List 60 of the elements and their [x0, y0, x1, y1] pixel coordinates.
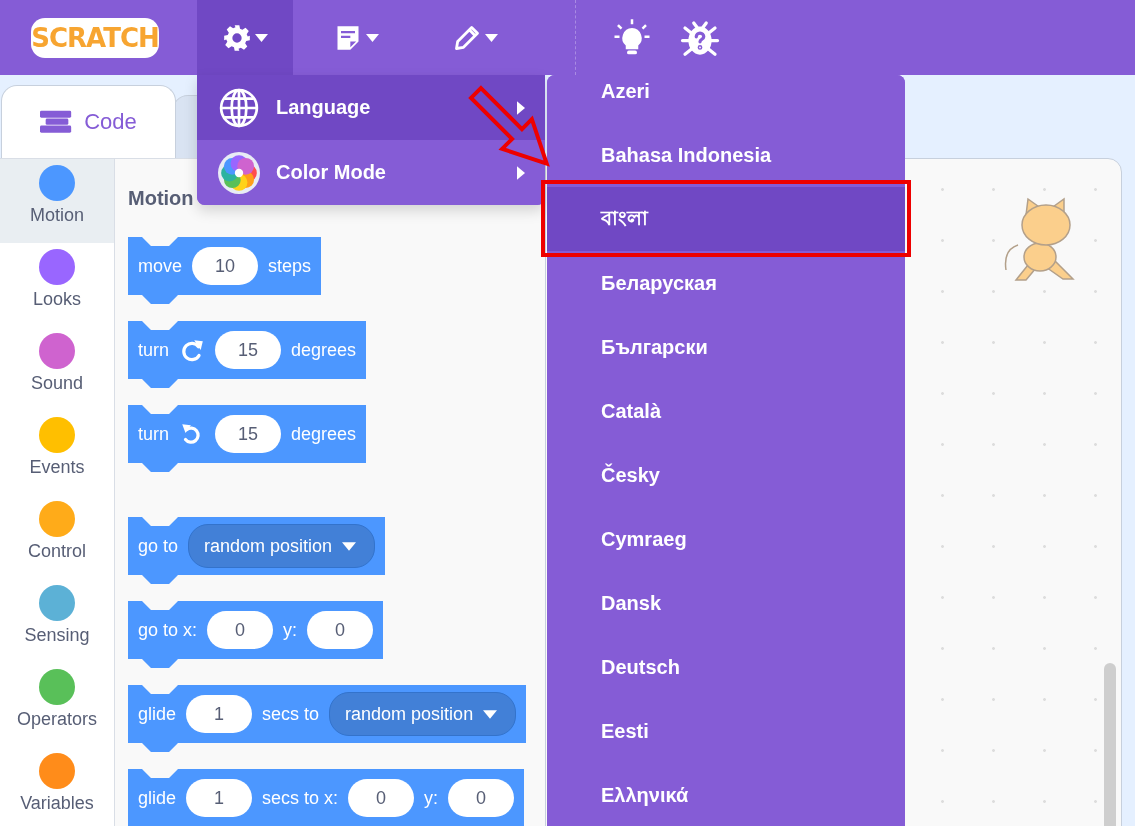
category-label: Looks	[32, 289, 81, 310]
color-wheel-icon	[218, 151, 260, 194]
category-label: Events	[29, 457, 85, 478]
block-label: go to	[138, 535, 179, 557]
caret-icon	[483, 709, 498, 719]
number-input[interactable]: 0	[348, 779, 415, 817]
number-input[interactable]: 0	[307, 611, 374, 649]
number-input[interactable]: 0	[448, 779, 515, 817]
settings-menu-button[interactable]	[197, 0, 293, 75]
number-input[interactable]: 10	[192, 247, 258, 285]
block-label: degrees	[291, 339, 357, 361]
caret-icon	[342, 541, 357, 551]
block-label: y:	[283, 619, 298, 641]
block-label: turn	[138, 423, 170, 445]
number-input[interactable]: 1	[186, 695, 253, 733]
number-input[interactable]: 15	[215, 331, 282, 369]
code-block[interactable]: turn 15 degrees	[128, 321, 367, 389]
caret-icon	[484, 33, 498, 42]
block-label: steps	[268, 255, 312, 277]
rotate-clockwise-icon	[179, 337, 206, 363]
dropdown-menu[interactable]: random position	[329, 692, 517, 736]
caret-icon	[254, 33, 268, 42]
block-label: turn	[138, 339, 170, 361]
category-label: Operators	[16, 709, 97, 730]
category-label: Variables	[20, 793, 94, 814]
code-block[interactable]: move 10 steps	[128, 237, 322, 305]
code-block[interactable]: go to random position	[128, 517, 386, 585]
globe-icon	[218, 86, 260, 129]
number-input[interactable]: 0	[207, 611, 274, 649]
category-label: Sound	[30, 373, 84, 394]
category-label: Sensing	[24, 625, 90, 646]
category-label: Control	[28, 541, 86, 562]
block-label: go to x:	[138, 619, 198, 641]
settings-icon	[222, 23, 251, 52]
dropdown-menu[interactable]: random position	[188, 524, 376, 568]
code-tab[interactable]: Code	[1, 85, 176, 158]
category-heading: Motion	[128, 187, 195, 211]
number-input[interactable]: 1	[186, 779, 253, 817]
block-label: move	[138, 255, 182, 277]
code-block[interactable]: go to x: 0 y: 0	[128, 601, 384, 669]
code-block[interactable]: glide 1 secs to random position	[128, 685, 527, 753]
block-label: y:	[424, 787, 439, 809]
caret-right-icon	[517, 100, 525, 115]
caret-icon	[365, 33, 379, 42]
category-item[interactable]: Motion	[0, 159, 114, 243]
category-label: Motion	[30, 205, 84, 226]
number-input[interactable]: 15	[215, 415, 282, 453]
scrollbar[interactable]	[1104, 663, 1116, 826]
block-label: glide	[138, 787, 177, 809]
menu-item[interactable]: Language	[197, 75, 545, 140]
menu-item[interactable]: Color Mode	[197, 140, 545, 205]
block-label: glide	[138, 703, 177, 725]
code-block[interactable]: glide 1 secs to x: 0 y: 0	[128, 769, 525, 826]
language-option[interactable]: বাংলা	[547, 187, 905, 251]
pencil-icon	[452, 23, 481, 52]
block-label: degrees	[291, 423, 357, 445]
block-label: secs to	[262, 703, 320, 725]
code-block[interactable]: turn 15 degrees	[128, 405, 367, 473]
block-label: secs to x:	[262, 787, 339, 809]
caret-right-icon	[517, 165, 525, 180]
